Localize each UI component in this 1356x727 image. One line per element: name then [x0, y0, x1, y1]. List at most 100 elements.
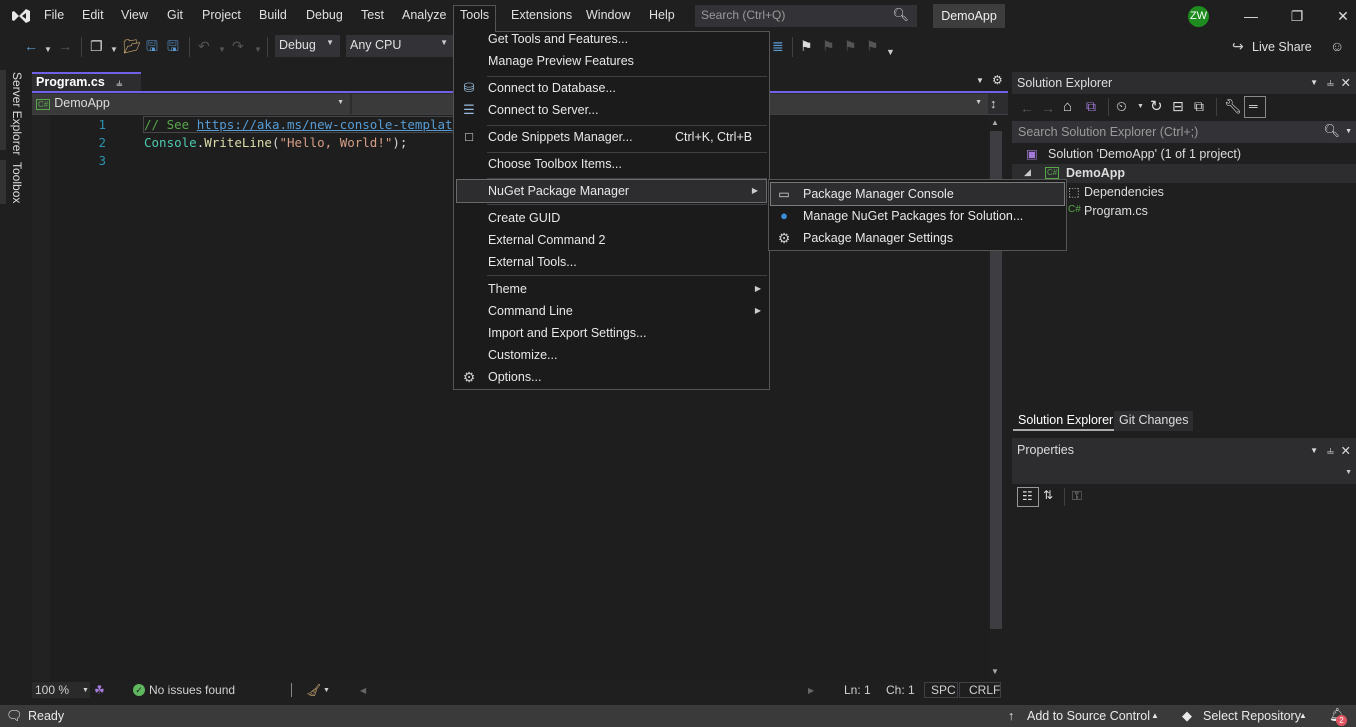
- categorized-view-button[interactable]: ☷: [1017, 487, 1039, 507]
- menu-item-connect-database[interactable]: ⛁ Connect to Database...: [454, 77, 769, 99]
- undo-icon[interactable]: ↶: [198, 38, 210, 54]
- close-window-button[interactable]: ✕: [1320, 4, 1356, 28]
- close-panel-icon[interactable]: ✕: [1341, 75, 1351, 90]
- project-nav-dropdown[interactable]: C# DemoApp ▼: [32, 94, 350, 114]
- toolbar-overflow-icon[interactable]: ▼: [886, 44, 895, 60]
- menu-item-import-export[interactable]: Import and Export Settings...: [454, 322, 769, 344]
- collapse-all-icon[interactable]: ⊟: [1172, 98, 1184, 115]
- menu-debug[interactable]: Debug: [300, 6, 349, 24]
- home-icon[interactable]: ⌂: [1063, 98, 1072, 115]
- server-explorer-tab[interactable]: Server Explorer: [10, 72, 24, 155]
- code-link[interactable]: https://aka.ms/new-console-templat: [197, 117, 453, 132]
- document-tab-program-cs[interactable]: Program.cs ⫨ ✕: [32, 72, 141, 105]
- toolbox-tab[interactable]: Toolbox: [10, 162, 24, 203]
- pin-icon[interactable]: ⫨: [1327, 75, 1334, 90]
- show-all-files-icon[interactable]: ⧉: [1194, 98, 1204, 115]
- menu-item-connect-server[interactable]: ☰ Connect to Server...: [454, 99, 769, 121]
- menu-file[interactable]: File: [38, 6, 70, 24]
- restore-button[interactable]: ❐: [1274, 4, 1320, 28]
- menu-extensions[interactable]: Extensions: [505, 6, 578, 24]
- menu-test[interactable]: Test: [355, 6, 390, 24]
- clear-bookmarks-icon[interactable]: ⚑: [866, 38, 879, 54]
- pin-icon[interactable]: ⫨: [116, 77, 122, 89]
- preview-selected-items-button[interactable]: ═: [1244, 96, 1266, 118]
- global-search-input[interactable]: Search (Ctrl+Q) 🔍︎: [695, 5, 917, 27]
- menu-item-options[interactable]: ⚙ Options...: [454, 366, 769, 388]
- code-cleanup-icon[interactable]: 🧹︎: [306, 683, 321, 697]
- property-pages-key-icon[interactable]: ⚿: [1072, 488, 1082, 504]
- menu-item-get-tools[interactable]: Get Tools and Features...: [454, 28, 769, 50]
- sync-icon[interactable]: ↻: [1150, 97, 1163, 115]
- switch-views-icon[interactable]: ⧉: [1086, 98, 1096, 115]
- se-forward-icon[interactable]: →: [1041, 100, 1055, 116]
- object-selector-dropdown[interactable]: ▼: [1012, 464, 1356, 484]
- chevron-up-icon[interactable]: ▲: [1299, 711, 1307, 720]
- chevron-down-icon[interactable]: ▼: [1137, 103, 1144, 110]
- se-back-icon[interactable]: ←: [1020, 100, 1034, 116]
- menu-item-create-guid[interactable]: Create GUID: [454, 207, 769, 229]
- comment-lines-icon[interactable]: ≣: [772, 38, 784, 54]
- feedback-icon[interactable]: ☺: [1330, 38, 1344, 54]
- next-bookmark-icon[interactable]: ⚑: [844, 38, 857, 54]
- issues-status[interactable]: No issues found: [149, 683, 235, 697]
- panel-menu-dropdown-icon[interactable]: ▼: [1310, 446, 1318, 455]
- output-window-icon[interactable]: 🗨︎: [6, 708, 23, 724]
- menu-item-theme[interactable]: Theme ▶: [454, 278, 769, 300]
- code-line-1[interactable]: // See https://aka.ms/new-console-templa…: [144, 117, 460, 132]
- submenu-item-manage-nuget-packages[interactable]: ● Manage NuGet Packages for Solution...: [771, 205, 1064, 227]
- scroll-left-icon[interactable]: ◀: [360, 686, 366, 695]
- menu-item-command-line[interactable]: Command Line ▶: [454, 300, 769, 322]
- menu-build[interactable]: Build: [253, 6, 293, 24]
- scroll-down-icon[interactable]: ▼: [991, 667, 999, 676]
- menu-tools[interactable]: Tools: [453, 5, 497, 32]
- menu-item-external-command-2[interactable]: External Command 2: [454, 229, 769, 251]
- save-all-icon[interactable]: 🖫︎: [167, 38, 179, 54]
- menu-help[interactable]: Help: [643, 6, 681, 24]
- code-line-2[interactable]: Console.WriteLine("Hello, World!");: [144, 135, 407, 150]
- menu-project[interactable]: Project: [196, 6, 247, 24]
- select-repository-button[interactable]: Select Repository: [1203, 709, 1301, 723]
- menu-item-nuget[interactable]: NuGet Package Manager ▶: [456, 179, 767, 203]
- new-dropdown-icon[interactable]: ▼: [110, 42, 118, 58]
- line-indicator[interactable]: Ln: 1: [844, 683, 871, 697]
- back-dropdown-icon[interactable]: ▼: [44, 42, 52, 58]
- scroll-up-icon[interactable]: ▲: [991, 118, 999, 127]
- previous-bookmark-icon[interactable]: ⚑: [822, 38, 835, 54]
- alphabetical-sort-icon[interactable]: ⇅: [1043, 488, 1053, 502]
- navigate-forward-icon[interactable]: →: [58, 38, 72, 54]
- horizontal-scrollbar[interactable]: [355, 682, 825, 698]
- bookmark-icon[interactable]: ⚑: [800, 38, 813, 54]
- menu-item-customize[interactable]: Customize...: [454, 344, 769, 366]
- chevron-up-icon[interactable]: ▲: [1151, 711, 1159, 720]
- menu-edit[interactable]: Edit: [76, 6, 110, 24]
- intellicode-icon[interactable]: ☘: [94, 683, 105, 697]
- menu-view[interactable]: View: [115, 6, 154, 24]
- tab-list-dropdown-icon[interactable]: ▼: [976, 76, 984, 85]
- platform-dropdown[interactable]: Any CPU ▼: [346, 35, 454, 57]
- menu-analyze[interactable]: Analyze: [396, 6, 452, 24]
- split-editor-icon[interactable]: ↕: [990, 96, 997, 111]
- save-icon[interactable]: 🖫︎: [146, 38, 158, 54]
- user-avatar[interactable]: ZW: [1188, 6, 1209, 27]
- live-share-button[interactable]: Live Share: [1252, 40, 1312, 54]
- menu-git[interactable]: Git: [161, 6, 189, 24]
- tab-git-changes[interactable]: Git Changes: [1114, 411, 1194, 431]
- configuration-dropdown[interactable]: Debug ▼: [275, 35, 340, 57]
- redo-dropdown-icon[interactable]: ▼: [254, 42, 262, 58]
- solution-name-badge[interactable]: DemoApp: [933, 4, 1005, 28]
- menu-item-external-tools[interactable]: External Tools...: [454, 251, 769, 273]
- panel-menu-dropdown-icon[interactable]: ▼: [1310, 78, 1318, 87]
- chevron-down-icon[interactable]: ▼: [1345, 128, 1352, 135]
- expand-arrow-icon[interactable]: ◢: [1024, 167, 1031, 178]
- close-panel-icon[interactable]: ✕: [1341, 443, 1351, 458]
- submenu-item-package-manager-console[interactable]: ▭ Package Manager Console: [770, 182, 1065, 206]
- open-folder-icon[interactable]: 📂︎: [123, 38, 141, 54]
- scroll-right-icon[interactable]: ▶: [808, 686, 814, 695]
- properties-wrench-icon[interactable]: 🔧︎: [1224, 98, 1242, 115]
- column-indicator[interactable]: Ch: 1: [886, 683, 915, 697]
- add-to-source-control-button[interactable]: Add to Source Control: [1027, 709, 1150, 723]
- submenu-item-package-manager-settings[interactable]: ⚙ Package Manager Settings: [771, 227, 1064, 249]
- tab-settings-gear-icon[interactable]: ⚙: [992, 73, 1003, 87]
- chevron-down-icon[interactable]: ▼: [323, 687, 330, 694]
- menu-item-code-snippets[interactable]: □ Code Snippets Manager... Ctrl+K, Ctrl+B: [454, 126, 769, 148]
